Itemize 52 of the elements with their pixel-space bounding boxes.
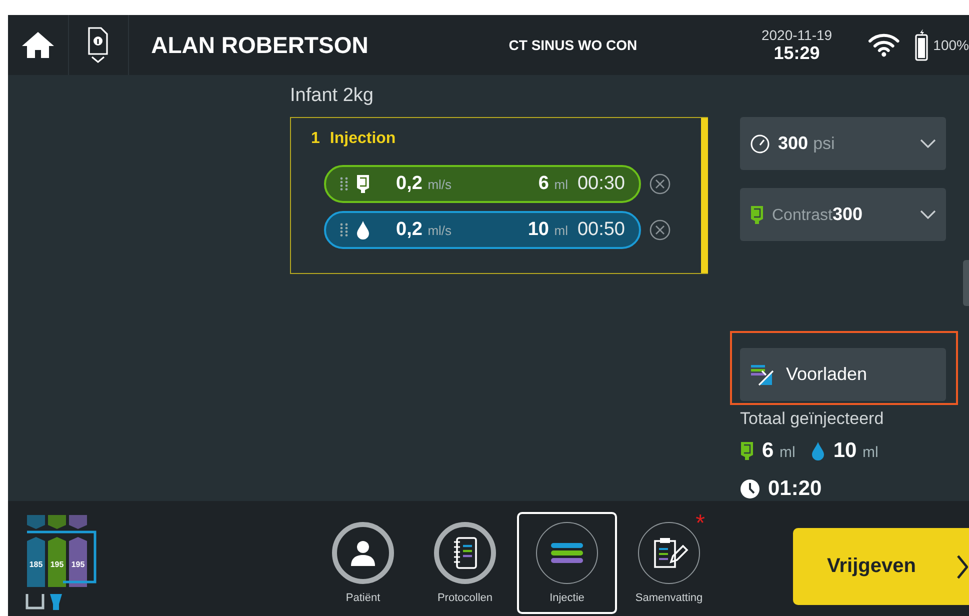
remove-icon[interactable]: [649, 173, 671, 195]
phase-title: Injection: [330, 130, 396, 148]
patient-name: ALAN ROBERTSON: [151, 32, 370, 58]
alert-mark: *: [696, 512, 705, 536]
duration: 00:50: [576, 219, 626, 241]
bottle-icon: [356, 174, 370, 194]
clock-icon: [740, 479, 760, 499]
drop-icon: [811, 441, 826, 461]
chevron-down-icon: [920, 139, 936, 148]
chevron-right-icon: [956, 554, 968, 580]
wifi-icon: [868, 33, 900, 57]
protocol-name: CT SINUS WO CON: [508, 37, 638, 53]
nav-tab[interactable]: Patiënt: [313, 512, 413, 614]
remove-icon[interactable]: [649, 219, 671, 241]
drag-handle-icon[interactable]: [340, 177, 348, 191]
nav-tab[interactable]: Samenvatting *: [619, 512, 719, 614]
battery-level: 100%: [933, 37, 969, 53]
volume: 10 ml: [526, 219, 568, 241]
preload-button[interactable]: Voorladen: [740, 348, 946, 401]
injection-step-bar[interactable]: 0,2 ml/s 6 ml 00:30: [324, 165, 641, 203]
preload-icon: [750, 362, 776, 386]
nav-tab[interactable]: Injectie: [517, 512, 617, 614]
bottle-icon: [740, 441, 754, 461]
release-button[interactable]: Vrijgeven: [793, 528, 969, 605]
drop-icon: [356, 220, 370, 240]
syringe-volume: 185: [29, 560, 43, 568]
flow-rate: 0,2 ml/s: [396, 173, 453, 195]
volume: 6 ml: [537, 173, 568, 195]
total-time: 01:20: [768, 477, 822, 501]
contrast-dropdown[interactable]: Contrast300: [740, 188, 946, 241]
drag-handle-icon[interactable]: [340, 223, 348, 237]
pressure-dropdown[interactable]: 300 psi: [740, 117, 946, 170]
document-info-icon[interactable]: [87, 26, 110, 64]
home-icon[interactable]: [20, 30, 55, 60]
gauge-icon: [750, 134, 770, 154]
contrast-volume: 6 ml: [762, 439, 796, 463]
saline-volume: 10 ml: [833, 439, 878, 463]
bottle-icon: [750, 204, 764, 224]
protocol-title: Infant 2kg: [290, 85, 374, 108]
phase-number: 1: [311, 130, 320, 148]
duration: 00:30: [576, 173, 626, 195]
date: 2020-11-19: [761, 26, 832, 42]
injection-step-bar[interactable]: 0,2 ml/s 10 ml 00:50: [324, 211, 641, 249]
chevron-down-icon: [920, 210, 936, 219]
syringe-volume: 195: [71, 560, 85, 568]
battery-charging-icon: [914, 29, 930, 61]
syringe-volume: 195: [50, 560, 64, 568]
side-handle[interactable]: [963, 260, 969, 306]
nav-tab[interactable]: Protocollen: [415, 512, 515, 614]
time: 15:29: [774, 42, 820, 64]
flow-rate: 0,2 ml/s: [396, 219, 453, 241]
totals-title: Totaal geïnjecteerd: [740, 409, 885, 429]
